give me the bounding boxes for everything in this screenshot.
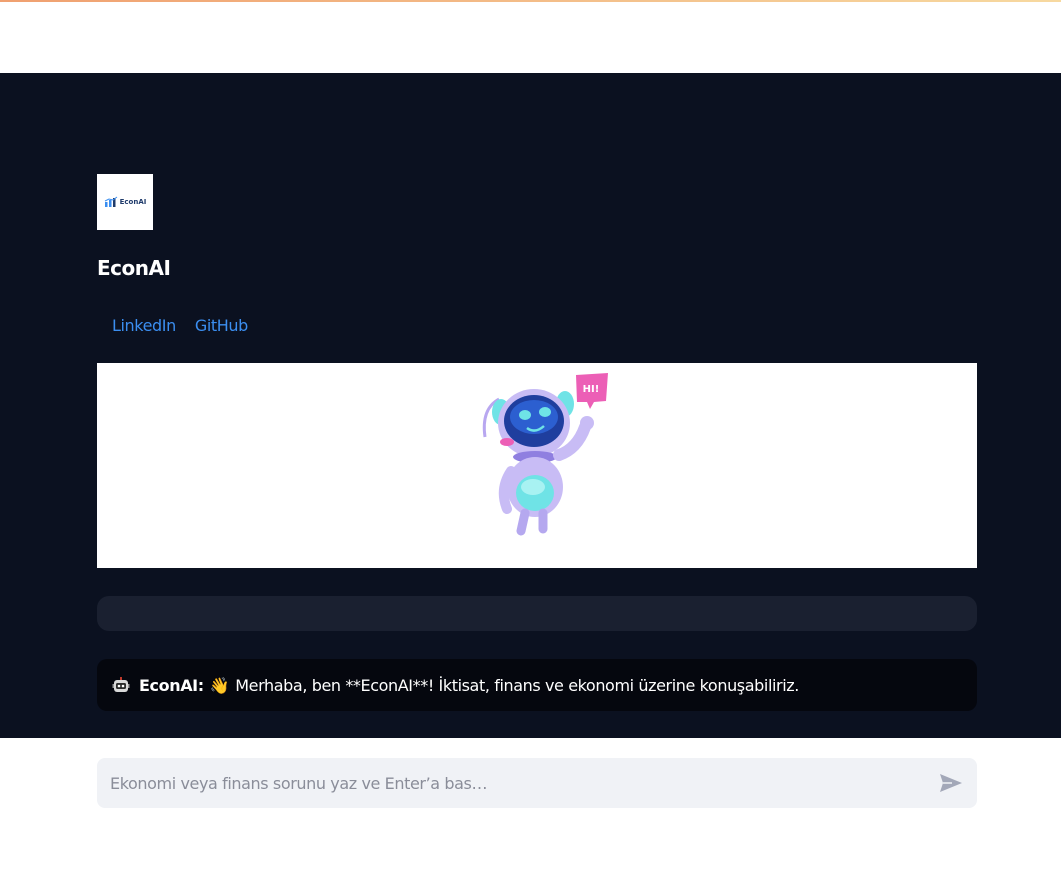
send-button[interactable] — [937, 769, 965, 797]
waving-hand-icon: 👋 — [209, 675, 230, 695]
chat-input-container — [97, 758, 977, 808]
app-logo: EconAI — [97, 174, 153, 230]
chat-input[interactable] — [108, 772, 937, 794]
github-link[interactable]: GitHub — [195, 316, 248, 335]
robot-avatar-icon — [112, 676, 130, 694]
send-icon — [940, 774, 962, 792]
message-text: Merhaba, ben **EconAI**! İktisat, finans… — [235, 675, 799, 695]
logo-text: EconAI — [119, 198, 147, 206]
linkedin-link[interactable]: LinkedIn — [112, 316, 176, 335]
hi-bubble-text: HI! — [583, 384, 600, 395]
chat-message: EconAI: 👋 Merhaba, ben **EconAI**! İktis… — [97, 659, 977, 711]
status-bar — [97, 596, 977, 631]
social-links: LinkedIn GitHub — [112, 316, 248, 335]
top-accent-line — [0, 0, 1061, 2]
chart-logo-icon — [104, 196, 117, 207]
robot-mascot-image: HI! — [482, 373, 608, 536]
message-sender: EconAI: — [139, 675, 204, 695]
page-title: EconAI — [97, 256, 171, 280]
hero-banner: HI! — [97, 363, 977, 568]
